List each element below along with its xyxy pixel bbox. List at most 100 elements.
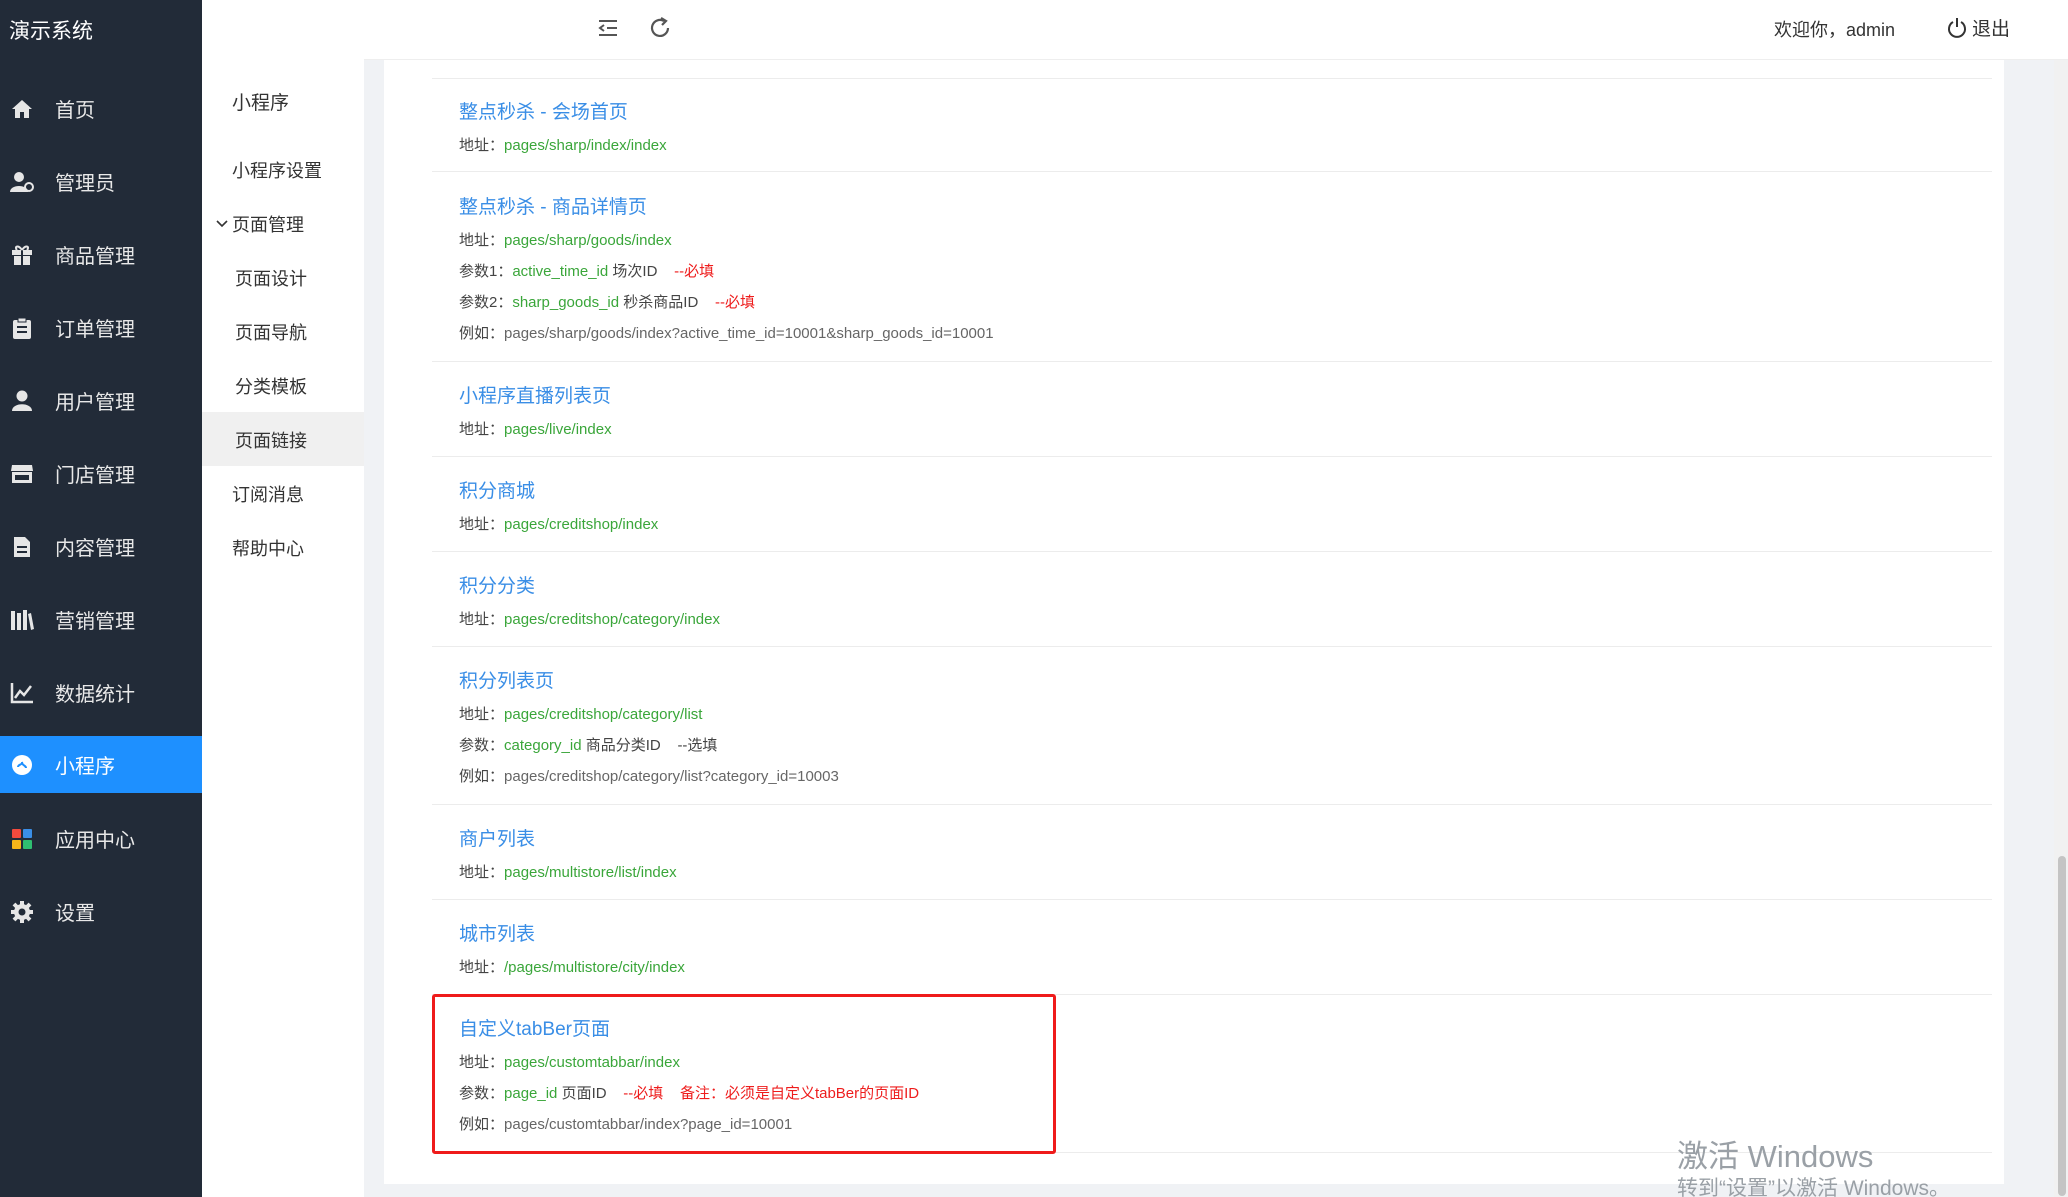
- address-line: 地址：pages/creditshop/category/index: [459, 611, 720, 628]
- divider: [432, 78, 1992, 79]
- required-flag: --必填: [674, 263, 715, 280]
- param-line: 参数：category_id 商品分类ID --选填: [459, 737, 718, 754]
- sidebar-item-label: 小程序: [55, 756, 115, 778]
- sidebar-item-label: 内容管理: [55, 538, 135, 560]
- sidebar-item-statistics[interactable]: 数据统计: [0, 656, 202, 729]
- welcome-text: 欢迎你，admin: [1774, 20, 1896, 40]
- divider: [432, 551, 1992, 552]
- apps-grid-icon: [10, 827, 34, 851]
- admin-user-icon: [10, 170, 34, 194]
- sidebar-item-stores[interactable]: 门店管理: [0, 437, 202, 510]
- required-flag: --必填: [714, 294, 755, 311]
- line-chart-icon: [10, 681, 34, 705]
- app-title: 演示系统: [9, 20, 93, 43]
- chevron-down-icon: [216, 220, 228, 228]
- store-icon: [10, 462, 34, 486]
- sidebar-item-label: 商品管理: [55, 246, 135, 268]
- logout-button[interactable]: 退出: [1946, 14, 2010, 41]
- sidebar-item-label: 首页: [55, 100, 95, 122]
- address-line: 地址：pages/sharp/goods/index: [459, 232, 672, 249]
- link-title-credit-list[interactable]: 积分列表页: [459, 666, 554, 693]
- address-value[interactable]: pages/creditshop/category/list: [504, 706, 702, 723]
- clipboard-icon: [10, 316, 34, 340]
- sidebar-item-content[interactable]: 内容管理: [0, 510, 202, 583]
- divider: [432, 804, 1992, 805]
- sidebar-item-label: 营销管理: [55, 611, 135, 633]
- sidebar-item-settings[interactable]: 设置: [0, 875, 202, 948]
- sidebar-item-label: 数据统计: [55, 684, 135, 706]
- sidebar-item-goods[interactable]: 商品管理: [0, 218, 202, 291]
- submenu-item-label: 页面链接: [235, 431, 307, 451]
- address-value[interactable]: /pages/multistore/city/index: [504, 959, 685, 976]
- sidebar-item-label: 应用中心: [55, 830, 135, 852]
- collapse-menu-icon[interactable]: [596, 16, 620, 40]
- windows-activation-title: 激活 Windows: [1677, 1139, 1874, 1174]
- divider: [432, 456, 1992, 457]
- link-title-live-list[interactable]: 小程序直播列表页: [459, 381, 611, 408]
- address-value[interactable]: pages/multistore/list/index: [504, 864, 677, 881]
- link-title-city-list[interactable]: 城市列表: [459, 919, 535, 946]
- logout-label: 退出: [1972, 19, 2011, 40]
- highlight-box: [432, 994, 1056, 1154]
- address-line: 地址：pages/creditshop/category/list: [459, 706, 703, 723]
- link-title-store-list[interactable]: 商户列表: [459, 824, 535, 851]
- address-value[interactable]: pages/sharp/index/index: [504, 137, 667, 154]
- address-value[interactable]: pages/sharp/goods/index: [504, 232, 672, 249]
- address-line: 地址：pages/sharp/index/index: [459, 137, 667, 154]
- sidebar-item-orders[interactable]: 订单管理: [0, 291, 202, 364]
- link-title-creditshop[interactable]: 积分商城: [459, 476, 535, 503]
- submenu-item-page-design[interactable]: 页面设计: [235, 265, 307, 291]
- submenu-item-page-management[interactable]: 页面管理: [216, 211, 304, 237]
- link-title-sharp-goods[interactable]: 整点秒杀 - 商品详情页: [459, 192, 647, 219]
- link-title-credit-category[interactable]: 积分分类: [459, 571, 535, 598]
- param-line: 参数2：sharp_goods_id 秒杀商品ID --必填: [459, 294, 755, 311]
- submenu-item-label: 页面管理: [232, 215, 304, 235]
- refresh-icon[interactable]: [648, 16, 672, 40]
- submenu-item-page-navigation[interactable]: 页面导航: [235, 319, 307, 345]
- submenu-item-page-links[interactable]: 页面链接: [202, 412, 364, 466]
- home-icon: [10, 97, 34, 121]
- param-line: 参数1：active_time_id 场次ID --必填: [459, 263, 715, 280]
- divider: [432, 899, 1992, 900]
- address-value[interactable]: pages/creditshop/index: [504, 516, 658, 533]
- main-sidebar: 演示系统 首页 管理员 商品管理 订单管理 用户管理 门店管理 内容管理 营销管…: [0, 0, 202, 1197]
- secondary-menu: 小程序 小程序设置 页面管理 页面设计 页面导航 分类模板 页面链接 订阅消息 …: [202, 0, 364, 1197]
- books-icon: [10, 608, 34, 632]
- submenu-title: 小程序: [232, 93, 290, 114]
- sidebar-item-marketing[interactable]: 营销管理: [0, 583, 202, 656]
- divider: [432, 171, 1992, 172]
- sidebar-item-label: 管理员: [55, 173, 115, 195]
- sidebar-item-home[interactable]: 首页: [0, 72, 202, 145]
- windows-activation-hint: 转到“设置”以激活 Windows。: [1677, 1177, 1951, 1197]
- submenu-item-help-center[interactable]: 帮助中心: [232, 535, 304, 561]
- link-title-sharp-index[interactable]: 整点秒杀 - 会场首页: [459, 97, 628, 124]
- example-line: 例如：pages/sharp/goods/index?active_time_i…: [459, 325, 994, 342]
- sidebar-item-users[interactable]: 用户管理: [0, 364, 202, 437]
- example-line: 例如：pages/creditshop/category/list?catego…: [459, 768, 839, 785]
- address-line: 地址：/pages/multistore/city/index: [459, 959, 685, 976]
- sidebar-item-label: 订单管理: [55, 319, 135, 341]
- sidebar-item-app-center[interactable]: 应用中心: [0, 802, 202, 875]
- user-icon: [10, 389, 34, 413]
- power-icon: [1948, 17, 1966, 38]
- optional-flag: --选填: [677, 737, 718, 754]
- gift-icon: [10, 243, 34, 267]
- submenu-item-subscription-messages[interactable]: 订阅消息: [232, 481, 304, 507]
- submenu-item-category-template[interactable]: 分类模板: [235, 373, 307, 399]
- submenu-item-mini-program-settings[interactable]: 小程序设置: [232, 157, 322, 183]
- address-line: 地址：pages/live/index: [459, 421, 612, 438]
- scrollbar-thumb[interactable]: [2058, 856, 2066, 1196]
- address-value[interactable]: pages/live/index: [504, 421, 612, 438]
- main-menu: 首页 管理员 商品管理 订单管理 用户管理 门店管理 内容管理 营销管理 数据统…: [0, 72, 202, 948]
- sidebar-item-admin[interactable]: 管理员: [0, 145, 202, 218]
- sidebar-item-label: 门店管理: [55, 465, 135, 487]
- gear-icon: [10, 900, 34, 924]
- mini-program-icon: [10, 753, 34, 777]
- address-line: 地址：pages/multistore/list/index: [459, 864, 677, 881]
- sidebar-item-label: 设置: [55, 903, 95, 925]
- document-icon: [10, 535, 34, 559]
- address-value[interactable]: pages/creditshop/category/index: [504, 611, 720, 628]
- divider: [432, 646, 1992, 647]
- sidebar-item-mini-program[interactable]: 小程序: [0, 736, 202, 793]
- sidebar-item-label: 用户管理: [55, 392, 135, 414]
